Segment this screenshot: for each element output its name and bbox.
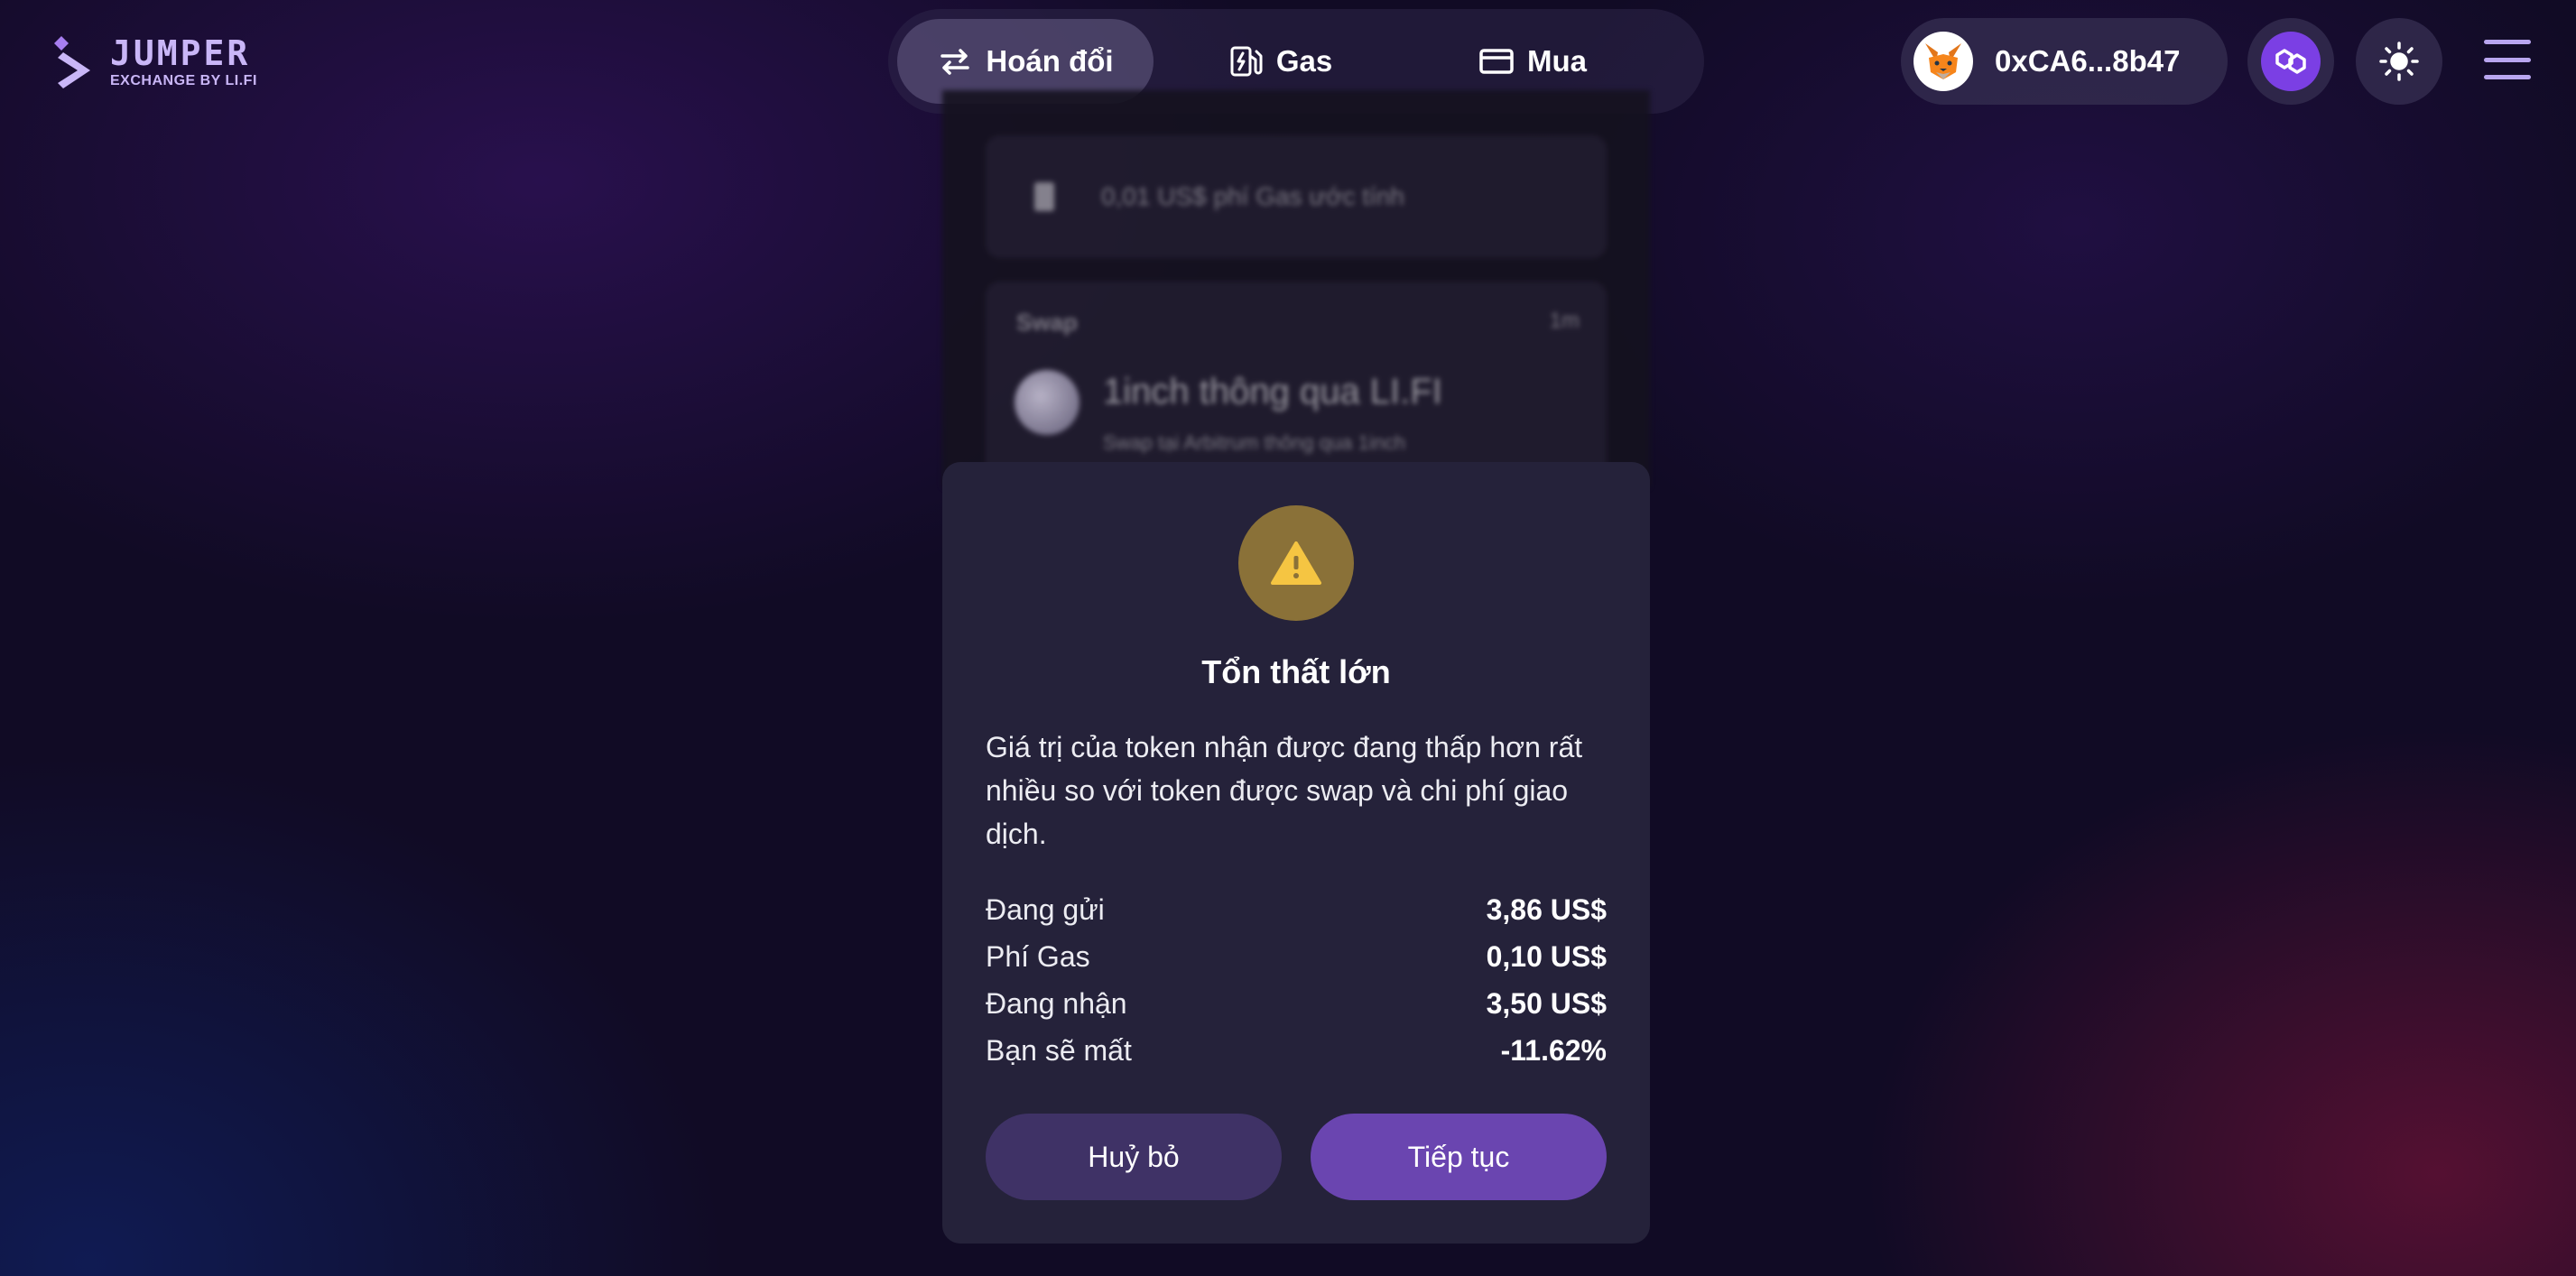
logo-wordmark: JUMPER — [110, 33, 251, 73]
wallet-button[interactable]: 0xCA6...8b47 — [1901, 18, 2228, 105]
gas-fee-text: 0,01 US$ phí Gas ước tính — [1101, 182, 1404, 210]
row-label: Phí Gas — [986, 939, 1090, 973]
dialog-title: Tổn thất lớn — [1201, 653, 1391, 690]
gas-pump-icon — [1230, 46, 1263, 77]
row-value: 3,86 US$ — [1486, 892, 1607, 926]
wallet-address: 0xCA6...8b47 — [1995, 44, 2181, 78]
chain-selector-button[interactable] — [2247, 18, 2334, 105]
theme-toggle-button[interactable] — [2356, 18, 2442, 105]
row-label: Đang gửi — [986, 892, 1105, 926]
dialog-message: Giá trị của token nhận được đang thấp hơ… — [986, 731, 1583, 850]
high-loss-dialog: Tổn thất lớn Giá trị của token nhận được… — [942, 462, 1650, 1244]
row-label: Đang nhận — [986, 986, 1127, 1020]
row-value: -11.62% — [1500, 1033, 1607, 1067]
sending-row: Đang gửi 3,86 US$ — [986, 886, 1607, 933]
row-value: 0,10 US$ — [1486, 939, 1607, 973]
row-value: 3,50 US$ — [1486, 986, 1607, 1020]
warning-triangle-icon — [1238, 505, 1354, 621]
gas-pump-icon — [1034, 182, 1054, 211]
receiving-row: Đang nhận 3,50 US$ — [986, 980, 1607, 1027]
swap-step-label: Swap — [1016, 309, 1078, 336]
swap-route-card: Swap 1m 1inch thông qua LI.FI Swap tại A… — [986, 282, 1607, 487]
provider-avatar — [1015, 370, 1080, 435]
jumper-logo-icon — [54, 36, 90, 88]
loss-breakdown: Đang gửi 3,86 US$ Phí Gas 0,10 US$ Đang … — [986, 886, 1607, 1074]
tab-buy-label: Mua — [1527, 44, 1587, 78]
provider-name: 1inch thông qua LI.FI — [1103, 372, 1442, 411]
credit-card-icon — [1479, 49, 1514, 74]
provider-description: Swap tại Arbitrum thông qua 1inch — [1103, 431, 1406, 454]
jumper-logo[interactable]: JUMPER EXCHANGE BY LI.FI — [51, 31, 257, 94]
loss-row: Bạn sẽ mất -11.62% — [986, 1027, 1607, 1074]
polygon-icon — [2261, 32, 2321, 91]
gas-fee-row: Phí Gas 0,10 US$ — [986, 933, 1607, 980]
hamburger-menu-icon[interactable] — [2484, 40, 2531, 79]
metamask-fox-icon — [1913, 32, 1973, 91]
continue-button[interactable]: Tiếp tục — [1311, 1114, 1607, 1200]
tab-gas-label: Gas — [1275, 44, 1333, 78]
sun-icon — [2379, 42, 2419, 81]
logo-tagline: EXCHANGE BY LI.FI — [110, 73, 257, 88]
swap-step-time: 1m — [1549, 309, 1580, 333]
background-swap-card: 0,01 US$ phí Gas ước tính Swap 1m 1inch … — [942, 90, 1650, 487]
cancel-button[interactable]: Huỷ bỏ — [986, 1114, 1282, 1200]
gas-fee-summary: 0,01 US$ phí Gas ước tính — [986, 135, 1607, 258]
row-label: Bạn sẽ mất — [986, 1033, 1132, 1067]
tab-swap-label: Hoán đổi — [986, 44, 1114, 78]
swap-arrows-icon — [941, 49, 970, 75]
